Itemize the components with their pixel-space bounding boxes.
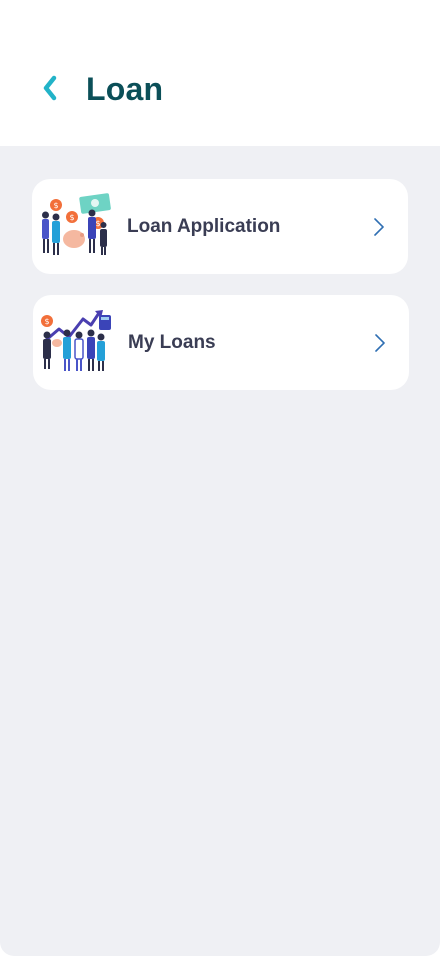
svg-text:$: $	[69, 213, 74, 222]
svg-text:$: $	[53, 201, 58, 210]
chevron-left-icon	[43, 75, 57, 101]
my-loans-label: My Loans	[128, 332, 216, 353]
my-loans-illustration: $	[41, 310, 111, 371]
loan-application-label: Loan Application	[127, 216, 281, 237]
svg-text:$: $	[95, 219, 100, 228]
page-title: Loan	[86, 71, 164, 107]
app-header: Loan	[0, 0, 440, 146]
chevron-right-icon	[374, 218, 384, 236]
loan-application-card[interactable]: $ $ $ Loan Application	[32, 179, 408, 274]
back-button[interactable]	[30, 68, 70, 108]
my-loans-card[interactable]: $ My Loans	[33, 295, 409, 390]
loan-application-illustration: $ $ $	[42, 193, 111, 255]
chevron-right-icon	[375, 334, 385, 352]
main-content: $ $ $ Loan Application $ My Loans	[0, 146, 440, 956]
svg-text:$: $	[44, 317, 49, 326]
